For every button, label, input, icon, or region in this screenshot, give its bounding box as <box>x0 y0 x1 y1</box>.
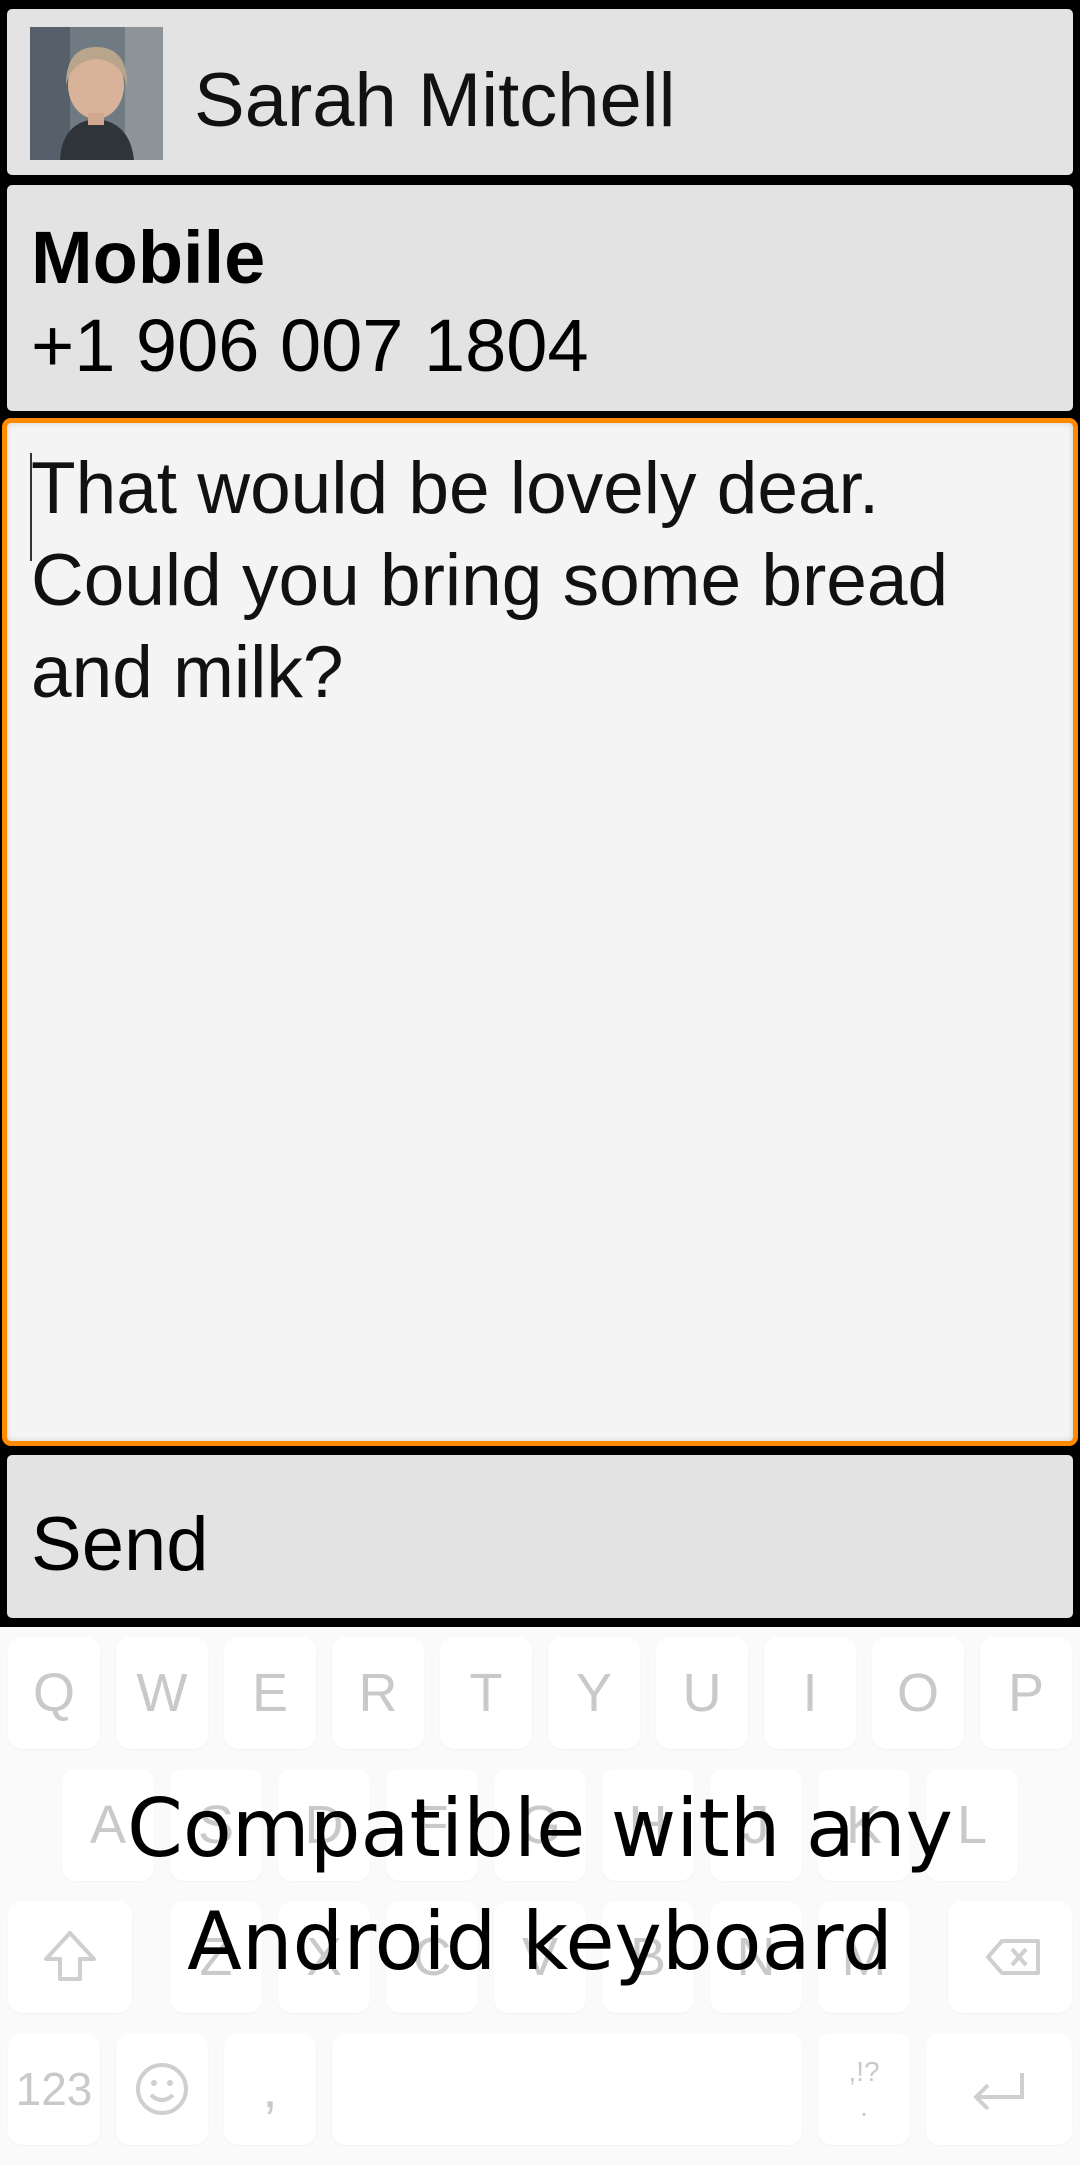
phone-number-panel[interactable]: Mobile +1 906 007 1804 <box>7 185 1073 411</box>
key-u[interactable]: U <box>656 1637 748 1749</box>
contact-name: Sarah Mitchell <box>194 58 676 143</box>
message-text[interactable]: That would be lovely dear. Could you bri… <box>31 443 1049 719</box>
enter-icon <box>973 2073 1024 2111</box>
comma-key[interactable]: , <box>224 2033 316 2145</box>
key-e[interactable]: E <box>224 1637 316 1749</box>
contact-avatar <box>30 27 163 160</box>
promo-caption-line-1: Compatible with any <box>126 1782 953 1875</box>
number-type-label: Mobile <box>31 216 266 299</box>
message-input[interactable]: That would be lovely dear. Could you bri… <box>2 418 1078 1446</box>
emoji-icon <box>136 2063 188 2115</box>
soft-keyboard: Q W E R T Y U I O P A S D F G H J K L Z … <box>0 1627 1080 2165</box>
emoji-key[interactable] <box>116 2033 208 2145</box>
send-button-label: Send <box>31 1502 209 1587</box>
contact-header[interactable]: Sarah Mitchell <box>7 9 1073 175</box>
key-t[interactable]: T <box>440 1637 532 1749</box>
punctuation-key[interactable]: ,!? . <box>818 2033 910 2145</box>
key-i[interactable]: I <box>764 1637 856 1749</box>
key-y[interactable]: Y <box>548 1637 640 1749</box>
key-w[interactable]: W <box>116 1637 208 1749</box>
enter-key[interactable] <box>926 2033 1072 2145</box>
key-p[interactable]: P <box>980 1637 1072 1749</box>
key-r[interactable]: R <box>332 1637 424 1749</box>
send-button[interactable]: Send <box>7 1455 1073 1618</box>
space-key[interactable] <box>332 2033 802 2145</box>
phone-number: +1 906 007 1804 <box>31 304 589 387</box>
key-q[interactable]: Q <box>8 1637 100 1749</box>
key-o[interactable]: O <box>872 1637 964 1749</box>
promo-caption-line-2: Android keyboard <box>187 1895 893 1988</box>
numbers-key[interactable]: 123 <box>8 2033 100 2145</box>
